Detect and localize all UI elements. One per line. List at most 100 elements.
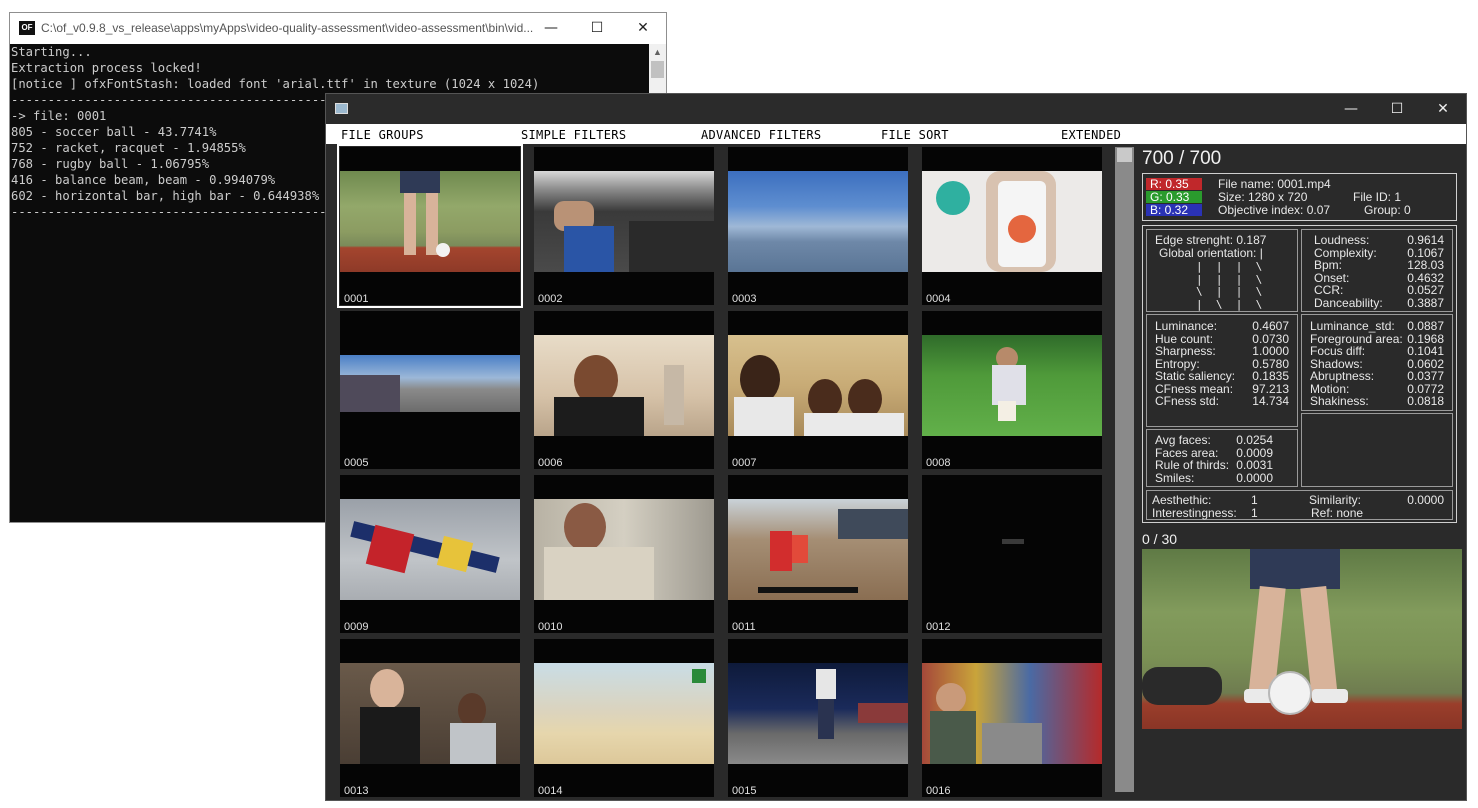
blue-channel-badge: B: 0.32 (1146, 204, 1202, 216)
thumbnail-image (340, 335, 520, 436)
close-icon[interactable]: ✕ (1420, 94, 1466, 124)
thumbnail-image (340, 499, 520, 600)
thumbnail-tile[interactable]: 0003 (728, 147, 908, 305)
file-count: 700 / 700 (1142, 148, 1222, 169)
faces-metrics-box: Avg faces: 0.0254 Faces area: 0.0009 Rul… (1146, 429, 1298, 487)
main-title-bar[interactable]: — ☐ ✕ (326, 94, 1466, 124)
metric-label: Danceability: (1314, 295, 1383, 310)
thumbnail-tile[interactable]: 0010 (534, 475, 714, 633)
thumbnail-label: 0014 (538, 785, 563, 797)
red-channel-badge: R: 0.35 (1146, 178, 1202, 190)
close-icon[interactable]: ✕ (620, 13, 666, 44)
empty-metrics-box (1301, 413, 1453, 487)
thumbnail-image (728, 663, 908, 764)
thumbnail-tile[interactable]: 0001 (337, 144, 523, 308)
thumbnail-tile[interactable]: 0012 (922, 475, 1102, 633)
visual-metrics-box: Luminance: 0.4607 Hue count: 0.0730 Shar… (1146, 314, 1298, 427)
thumbnail-tile[interactable]: 0007 (728, 311, 908, 469)
scroll-up-arrow-icon[interactable]: ▲ (649, 44, 666, 61)
preview-frame-counter: 0 / 30 (1142, 531, 1178, 547)
global-orientation: Global orientation: | (1159, 246, 1263, 260)
thumbnail-label: 0010 (538, 621, 563, 633)
aesthetic-box: Aesthethic: 1 Interestingness: 1 Similar… (1146, 490, 1453, 520)
thumbnail-image (534, 499, 714, 600)
grid-scroll-thumb[interactable] (1117, 148, 1132, 162)
thumbnail-label: 0015 (732, 785, 757, 797)
menu-advanced-filters[interactable]: ADVANCED FILTERS (701, 128, 821, 142)
thumbnail-label: 0002 (538, 293, 563, 305)
objective-index: Objective index: 0.07 (1218, 203, 1331, 217)
menu-file-groups[interactable]: FILE GROUPS (341, 128, 424, 142)
thumbnail-label: 0011 (732, 621, 756, 633)
thumbnail-label: 0006 (538, 457, 563, 469)
thumbnail-image (340, 171, 520, 272)
thumbnail-tile[interactable]: 0013 (340, 639, 520, 797)
thumbnail-tile[interactable]: 0002 (534, 147, 714, 305)
thumbnail-image (922, 663, 1102, 764)
console-line: 416 - balance beam, beam - 0.994079% (11, 173, 276, 187)
maximize-icon[interactable]: ☐ (574, 13, 620, 44)
minimize-icon[interactable]: — (528, 13, 574, 44)
thumbnail-tile[interactable]: 0009 (340, 475, 520, 633)
menu-simple-filters[interactable]: SIMPLE FILTERS (521, 128, 626, 142)
interestingness-value: 1 (1251, 506, 1258, 520)
console-line: 805 - soccer ball - 43.7741% (11, 125, 217, 139)
minimize-icon[interactable]: — (1328, 94, 1374, 124)
metric-value: 0.3887 (1407, 295, 1444, 310)
thumbnail-tile[interactable]: 0011 (728, 475, 908, 633)
thumbnail-image (534, 335, 714, 436)
video-preview[interactable] (1142, 549, 1462, 729)
grid-scrollbar[interactable] (1115, 147, 1134, 792)
thumbnail-label: 0012 (926, 621, 951, 633)
console-scroll-thumb[interactable] (651, 61, 664, 78)
thumbnail-label: 0016 (926, 785, 951, 797)
maximize-icon[interactable]: ☐ (1374, 94, 1420, 124)
thumbnail-tile[interactable]: 0005 (340, 311, 520, 469)
console-line: 602 - horizontal bar, high bar - 0.64493… (11, 189, 320, 203)
thumbnail-label: 0009 (344, 621, 369, 633)
console-line: [notice ] ofxFontStash: loaded font 'ari… (11, 77, 540, 91)
thumbnail-image (728, 335, 908, 436)
thumbnail-tile[interactable]: 0015 (728, 639, 908, 797)
thumbnail-tile[interactable]: 0016 (922, 639, 1102, 797)
thumbnail-label: 0013 (344, 785, 369, 797)
console-line: 752 - racket, racquet - 1.94855% (11, 141, 246, 155)
video-assessment-window: — ☐ ✕ FILE GROUPS SIMPLE FILTERS ADVANCE… (325, 93, 1467, 801)
menu-bar: FILE GROUPS SIMPLE FILTERS ADVANCED FILT… (326, 124, 1466, 144)
console-line: -> file: 0001 (11, 109, 107, 123)
metric-value: 0.0818 (1407, 394, 1444, 408)
thumbnail-image (922, 171, 1102, 272)
thumbnail-image (340, 663, 520, 764)
thumbnail-image (922, 499, 1102, 600)
thumbnail-tile[interactable]: 0004 (922, 147, 1102, 305)
reference: Ref: none (1311, 506, 1364, 520)
thumbnail-label: 0007 (732, 457, 757, 469)
group: Group: 0 (1364, 203, 1411, 217)
thumbnail-label: 0004 (926, 293, 951, 305)
orientation-histogram: | | | \ | | | \ \ | | \ | \ | \ (1196, 260, 1263, 311)
metric-label: CFness std: (1155, 394, 1220, 408)
thumbnail-tile[interactable]: 0006 (534, 311, 714, 469)
audio-metrics-box: Loudness: 0.9614 Complexity: 0.1067 Bpm:… (1301, 229, 1453, 312)
metric-label: Smiles: (1155, 470, 1195, 485)
thumbnail-label: 0008 (926, 457, 951, 469)
orientation-box: Edge strenght: 0.187 Global orientation:… (1146, 229, 1298, 312)
thumbnail-image (922, 335, 1102, 436)
interestingness-label: Interestingness: (1152, 506, 1237, 520)
thumbnail-image (534, 171, 714, 272)
thumbnail-label: 0003 (732, 293, 757, 305)
thumbnail-label: 0005 (344, 457, 369, 469)
menu-file-sort[interactable]: FILE SORT (881, 128, 949, 142)
thumbnail-image (534, 663, 714, 764)
openframeworks-app-icon: OF (19, 21, 35, 35)
thumbnail-tile[interactable]: 0014 (534, 639, 714, 797)
metrics-box: Edge strenght: 0.187 Global orientation:… (1142, 225, 1457, 523)
info-panel: 700 / 700 R: 0.35 G: 0.33 B: 0.32 File n… (1140, 145, 1466, 797)
console-window-title: C:\of_v0.9.8_vs_release\apps\myApps\vide… (41, 21, 534, 35)
console-line: Starting... (11, 45, 92, 59)
similarity-value: 0.0000 (1407, 493, 1444, 507)
menu-extended[interactable]: EXTENDED (1061, 128, 1121, 142)
thumbnail-image (728, 171, 908, 272)
console-title-bar[interactable]: OF C:\of_v0.9.8_vs_release\apps\myApps\v… (10, 13, 666, 44)
thumbnail-tile[interactable]: 0008 (922, 311, 1102, 469)
